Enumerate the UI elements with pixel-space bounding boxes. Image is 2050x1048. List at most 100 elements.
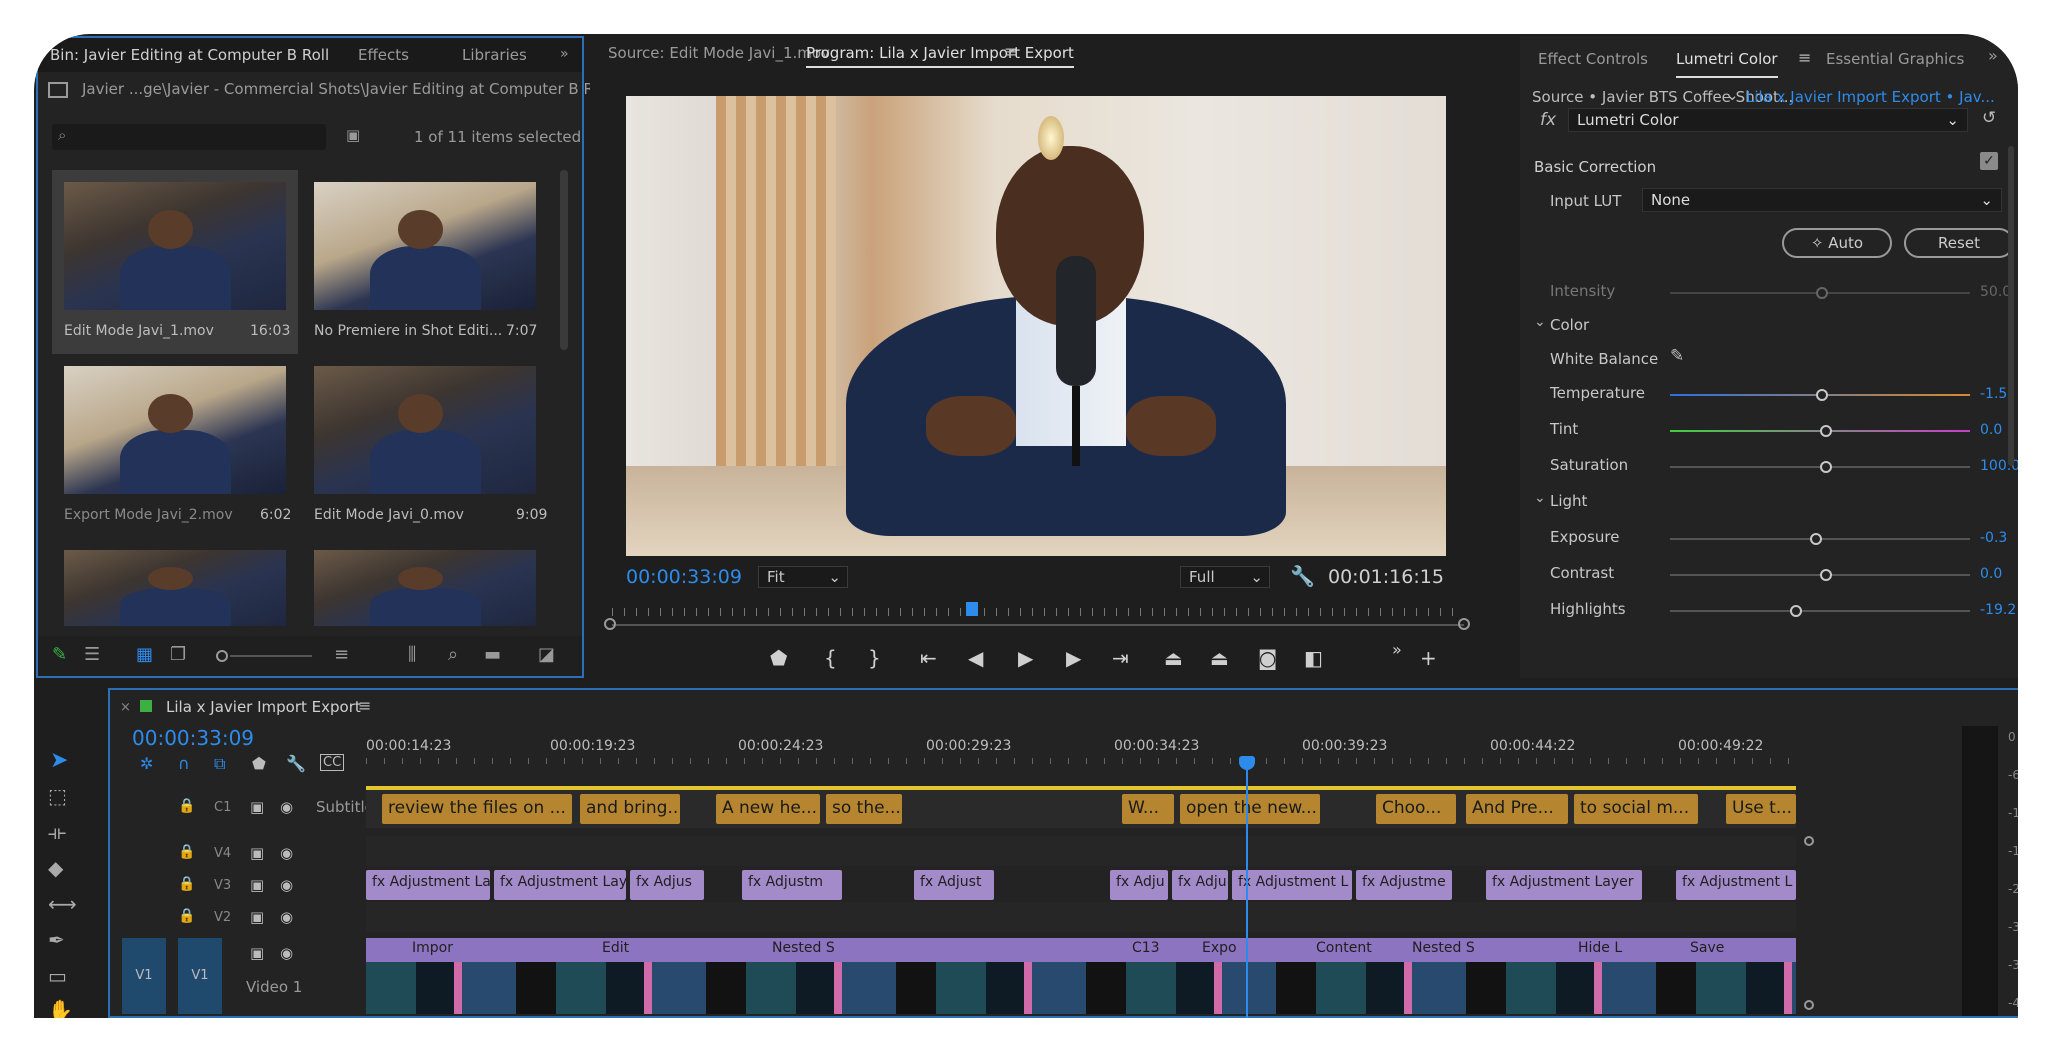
scrollbar[interactable] bbox=[560, 170, 568, 350]
intensity-knob[interactable] bbox=[1816, 287, 1828, 299]
ripple-edit-icon[interactable]: ⟛ bbox=[48, 820, 66, 844]
source-patch-v1[interactable]: V1 bbox=[122, 938, 166, 1014]
go-to-out-icon[interactable]: ⇥ bbox=[1112, 646, 1129, 670]
contrast-value[interactable]: 0.0 bbox=[1980, 566, 2002, 582]
snap-icon[interactable]: ∩ bbox=[178, 754, 190, 773]
clip-thumbnail[interactable] bbox=[64, 182, 286, 310]
overflow-icon[interactable]: » bbox=[1392, 640, 1402, 659]
adjustment-clip[interactable]: fx Adju bbox=[1172, 870, 1228, 900]
comparison-view-icon[interactable]: ◧ bbox=[1304, 646, 1323, 670]
video-clip[interactable]: Nested S bbox=[1406, 938, 1496, 962]
monitor-time-ruler[interactable] bbox=[612, 608, 1464, 616]
adjustment-clip[interactable]: fx Adjustme bbox=[1356, 870, 1452, 900]
reset-effect-icon[interactable]: ↺ bbox=[1982, 108, 1996, 128]
tint-slider[interactable] bbox=[1670, 425, 1970, 437]
mark-in-icon[interactable]: { bbox=[824, 646, 837, 670]
tab-libraries[interactable]: Libraries bbox=[462, 46, 527, 64]
range-start-handle[interactable] bbox=[604, 618, 616, 630]
sort-icon[interactable]: ≡ bbox=[334, 644, 349, 665]
rectangle-icon[interactable]: ▭ bbox=[48, 964, 67, 988]
subtitle-clip[interactable]: review the files on ... bbox=[382, 794, 572, 824]
play-icon[interactable]: ▶ bbox=[1018, 646, 1033, 670]
video-clip[interactable]: Content bbox=[1310, 938, 1390, 962]
wrench-icon[interactable]: 🔧 bbox=[286, 754, 306, 773]
clip-thumbnail[interactable] bbox=[64, 366, 286, 494]
temperature-knob[interactable] bbox=[1816, 389, 1828, 401]
exposure-slider[interactable] bbox=[1670, 533, 1970, 545]
zoom-slider[interactable] bbox=[230, 655, 312, 657]
close-icon[interactable]: × bbox=[120, 700, 131, 715]
video-clip[interactable]: Edit bbox=[596, 938, 676, 962]
track-output-icon[interactable]: ▣ bbox=[250, 798, 264, 816]
add-marker-icon[interactable]: ⬟ bbox=[252, 754, 266, 773]
folder-up-icon[interactable] bbox=[48, 82, 68, 98]
video-clip[interactable]: C13 bbox=[1126, 938, 1186, 962]
subtitle-clip[interactable]: Use t... bbox=[1726, 794, 1796, 824]
track-target-v1[interactable]: V1 bbox=[178, 938, 222, 1014]
video-clip[interactable]: Expo bbox=[1196, 938, 1260, 962]
adjustment-clip[interactable]: fx Adju bbox=[1110, 870, 1168, 900]
subtitle-clip[interactable]: W... bbox=[1122, 794, 1174, 824]
extract-icon[interactable]: ⏏ bbox=[1210, 646, 1229, 670]
add-button-icon[interactable]: + bbox=[1420, 646, 1437, 670]
export-frame-icon[interactable]: ◙ bbox=[1258, 646, 1277, 670]
adjustment-clip[interactable]: fx Adjustment La bbox=[366, 870, 490, 900]
nest-icon[interactable]: ✲ bbox=[140, 754, 153, 773]
freeform-view-icon[interactable]: ❐ bbox=[170, 644, 186, 665]
adjustment-clip[interactable]: fx Adjust bbox=[914, 870, 994, 900]
tab-source[interactable]: Source: Edit Mode Javi_1.mov bbox=[608, 44, 830, 62]
adjustment-clip[interactable]: fx Adjustment Lay bbox=[494, 870, 626, 900]
automate-icon[interactable]: ⫼ bbox=[408, 644, 416, 665]
panel-overflow-icon[interactable]: » bbox=[560, 46, 569, 62]
highlights-knob[interactable] bbox=[1790, 605, 1802, 617]
panel-menu-icon[interactable]: ≡ bbox=[1004, 42, 1017, 61]
tab-lumetri-color[interactable]: Lumetri Color bbox=[1676, 50, 1778, 78]
highlights-slider[interactable] bbox=[1670, 605, 1970, 617]
step-back-icon[interactable]: ◀ bbox=[968, 646, 983, 670]
icon-view-icon[interactable]: ▦ bbox=[136, 644, 153, 665]
intensity-value[interactable]: 50.0 bbox=[1980, 284, 2011, 300]
clip-thumbnail[interactable] bbox=[314, 182, 536, 310]
intensity-slider[interactable] bbox=[1670, 287, 1970, 299]
tab-effect-controls[interactable]: Effect Controls bbox=[1538, 50, 1648, 68]
eye-icon[interactable]: ◉ bbox=[280, 908, 293, 926]
lock-icon[interactable]: 🔒 bbox=[178, 844, 195, 860]
video-clip[interactable]: Hide L bbox=[1572, 938, 1636, 962]
subtitle-clip[interactable]: Choo... bbox=[1376, 794, 1456, 824]
timeline-playhead[interactable] bbox=[1246, 760, 1248, 1018]
section-color[interactable]: Color bbox=[1550, 316, 1589, 334]
video-clip[interactable]: Nested S bbox=[766, 938, 856, 962]
track-output-icon[interactable]: ▣ bbox=[250, 876, 264, 894]
search-input[interactable]: ⌕ bbox=[52, 124, 326, 150]
adjustment-clip[interactable]: fx Adjustm bbox=[742, 870, 842, 900]
step-forward-icon[interactable]: ▶ bbox=[1066, 646, 1081, 670]
slip-icon[interactable]: ⟷ bbox=[48, 892, 77, 916]
chevron-down-icon[interactable]: ⌄ bbox=[1726, 86, 1739, 104]
video-clip[interactable]: Impor bbox=[406, 938, 486, 962]
panel-overflow-icon[interactable]: » bbox=[1988, 46, 1998, 65]
eye-icon[interactable]: ◉ bbox=[280, 798, 293, 816]
wrench-icon[interactable]: 🔧 bbox=[1290, 564, 1315, 588]
razor-icon[interactable]: ◆ bbox=[48, 856, 63, 880]
selection-tool-icon[interactable]: ➤ bbox=[50, 748, 68, 773]
eyedropper-icon[interactable]: ✎ bbox=[1670, 346, 1684, 366]
tab-effects[interactable]: Effects bbox=[358, 46, 409, 64]
linked-selection-icon[interactable]: ⧉ bbox=[214, 754, 225, 774]
target-sequence[interactable]: Lila x Javier Import Export • Jav... bbox=[1746, 88, 1995, 106]
lock-icon[interactable]: 🔒 bbox=[178, 876, 195, 892]
timeline-ruler[interactable]: 00:00:14:23 00:00:19:23 00:00:24:23 00:0… bbox=[366, 728, 2018, 766]
temperature-value[interactable]: -1.5 bbox=[1980, 386, 2007, 402]
panel-menu-icon[interactable]: ≡ bbox=[358, 696, 371, 715]
chevron-down-icon[interactable]: ⌄ bbox=[1534, 314, 1546, 330]
subtitle-clip[interactable]: And Pre... bbox=[1466, 794, 1568, 824]
tint-value[interactable]: 0.0 bbox=[1980, 422, 2002, 438]
subtitle-clip[interactable]: to social m... bbox=[1574, 794, 1698, 824]
timeline-timecode[interactable]: 00:00:33:09 bbox=[132, 726, 254, 750]
clip-thumbnail[interactable] bbox=[64, 550, 286, 626]
effect-dropdown[interactable]: Lumetri Color ⌄ bbox=[1568, 108, 1968, 132]
range-end-handle[interactable] bbox=[1458, 618, 1470, 630]
track-select-icon[interactable]: ⬚ bbox=[48, 784, 67, 808]
subtitle-clip[interactable]: and bring... bbox=[580, 794, 680, 824]
sequence-tab[interactable]: Lila x Javier Import Export bbox=[166, 698, 361, 716]
subtitle-clip[interactable]: so the... bbox=[826, 794, 902, 824]
